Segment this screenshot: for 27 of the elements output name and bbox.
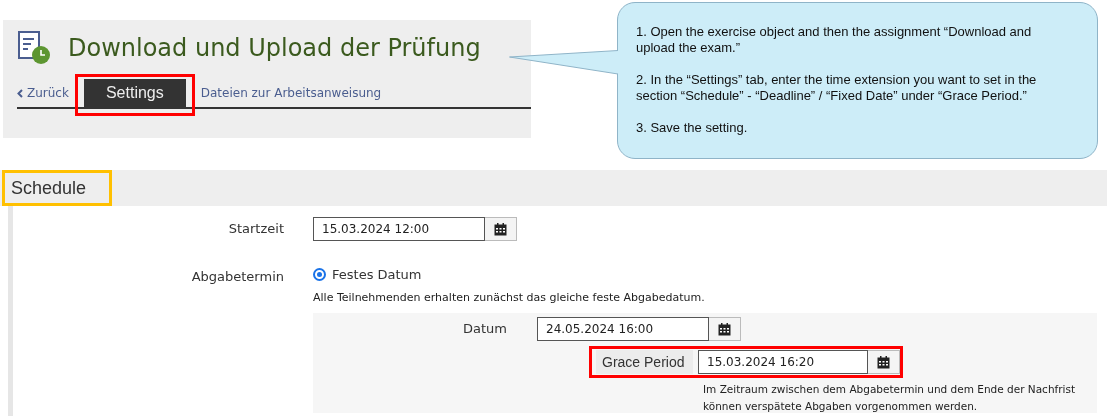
date-field[interactable]: 15.03.2024 16:20 (698, 350, 868, 374)
grace-period-label: Grace Period (596, 350, 693, 374)
instruction-step: 2. In the “Settings” tab, enter the time extension you want to set in the section “Schedule” - “Deadline” / “Fixed Date” under “Grace Period.” (636, 72, 1061, 104)
date-field[interactable]: 24.05.2024 16:00 (537, 317, 709, 341)
chevron-left-icon (17, 88, 23, 98)
calendar-button[interactable] (709, 317, 741, 341)
page-title: Download und Upload der Prüfung (68, 33, 481, 64)
calendar-button[interactable] (485, 217, 517, 241)
radio-label: Festes Datum (332, 266, 422, 284)
tab[interactable]: Settings (83, 79, 186, 107)
calendar-icon (718, 322, 731, 336)
instruction-step: 1. Open the exercise object and then the assignment “Download and upload the exam.” (636, 24, 1061, 56)
field-label: Datum (462, 320, 507, 339)
field-label: Abgabetermin (190, 268, 284, 286)
tab[interactable]: Dateien zur Arbeitsanweisung (194, 79, 388, 107)
calendar-button[interactable] (868, 350, 900, 374)
option-description: Alle Teilnehmenden erhalten zunächst das gleiche feste Abgabedatum. (313, 289, 705, 306)
instruction-step: 3. Save the setting. (636, 120, 1061, 136)
calendar-icon (494, 222, 507, 236)
field-label: Startzeit (227, 220, 284, 239)
calendar-icon (877, 355, 890, 369)
help-text: Im Zeitraum zwischen dem Abgabetermin und dem Ende der Nachfrist können verspätete Abgaben vorgenommen werden. (703, 382, 1077, 414)
back-link[interactable]: Zurück (17, 84, 69, 102)
document-clock-icon (17, 31, 51, 65)
date-field[interactable]: 15.03.2024 12:00 (313, 217, 485, 241)
radio-button[interactable] (313, 268, 326, 282)
section-heading: Schedule (11, 176, 87, 200)
